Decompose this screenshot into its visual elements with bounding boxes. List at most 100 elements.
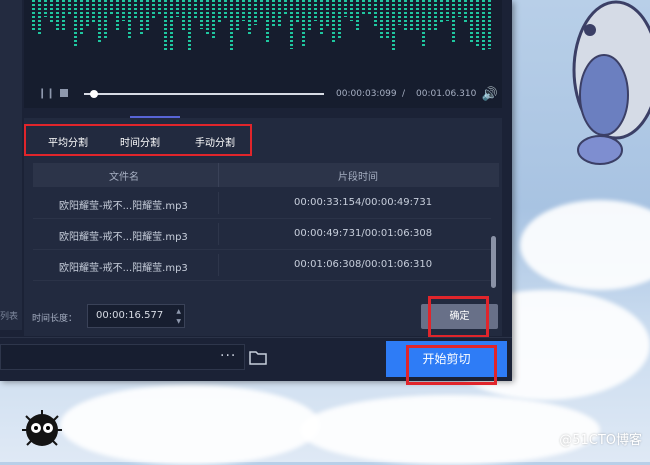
waveform-bar (248, 0, 251, 34)
waveform-bar (446, 0, 449, 22)
progress-handle[interactable] (90, 90, 98, 98)
spin-up-icon[interactable]: ▲ (176, 308, 181, 315)
waveform-bar (104, 0, 107, 39)
waveform-bar (218, 0, 221, 24)
tab-average-split[interactable]: 平均分割 (48, 134, 88, 149)
waveform-bar (206, 0, 209, 34)
waveform-bar (488, 0, 491, 50)
waveform-bar (320, 0, 323, 37)
volume-icon[interactable]: 🔊 (482, 87, 498, 102)
total-time: 00:01.06.310 (416, 89, 477, 99)
waveform-bar (194, 0, 197, 20)
waveform-bar (152, 0, 155, 20)
soot-sprite (22, 410, 62, 446)
waveform-bar (236, 0, 239, 30)
time-separator: / (402, 89, 406, 99)
tab-manual-split[interactable]: 手动分割 (195, 134, 235, 149)
player-controls: ❙❙ 00:00:03:099 / 00:01.06.310 🔊 (24, 82, 502, 108)
duration-label: 时间长度： (32, 314, 78, 324)
waveform-bar (350, 0, 353, 21)
waveform-bar (434, 0, 437, 30)
cloud (60, 385, 320, 465)
row-segment: 00:00:33:154/00:00:49:731 (294, 197, 433, 208)
waveform-bar (332, 0, 335, 43)
duration-input[interactable]: 00:00:16.577 ▲ ▼ (87, 304, 185, 328)
row-divider (218, 223, 219, 245)
row-divider (218, 254, 219, 276)
waveform-bar (416, 0, 419, 30)
waveform-bar (224, 0, 227, 19)
sidebar-partial-label: 列表 (0, 312, 19, 322)
waveform-bar (242, 0, 245, 22)
waveform-bar (266, 0, 269, 43)
progress-track[interactable] (84, 93, 324, 95)
cloud (300, 395, 600, 465)
waveform-bar (74, 0, 77, 48)
waveform-bar (296, 0, 299, 22)
split-mode-tabs: 平均分割 时间分割 手动分割 (24, 124, 252, 156)
tab-time-split[interactable]: 时间分割 (120, 134, 160, 149)
waveform-bar (38, 0, 41, 35)
waveform-bar (44, 0, 47, 17)
waveform-bar (260, 0, 263, 19)
waveform-bar (368, 0, 371, 14)
waveform-bar (392, 0, 395, 51)
waveform-bar (170, 0, 173, 51)
start-cut-highlight (406, 345, 497, 385)
row-filename: 欧阳耀莹-戒不...阳耀莹.mp3 (59, 201, 188, 212)
table-scrollbar[interactable] (491, 236, 496, 288)
waveform-bar (410, 0, 413, 32)
table-header: 文件名 片段时间 (33, 163, 499, 187)
waveform-bar (374, 0, 377, 29)
more-icon[interactable]: ··· (220, 348, 236, 364)
table-row[interactable]: 欧阳耀莹-戒不...阳耀莹.mp3 00:01:06:308/00:01:06:… (33, 250, 491, 281)
left-panel (0, 0, 22, 330)
waveform-bar (50, 0, 53, 22)
watermark: @51CTO博客 (559, 433, 642, 448)
stop-icon[interactable] (60, 89, 68, 97)
waveform-bar (470, 0, 473, 43)
row-segment: 00:00:49:731/00:01:06:308 (294, 228, 433, 239)
waveform-bar (290, 0, 293, 50)
waveform-bar (188, 0, 191, 51)
column-divider (218, 163, 219, 187)
table-row[interactable]: 欧阳耀莹-戒不...阳耀莹.mp3 00:00:49:731/00:01:06:… (33, 219, 491, 250)
waveform-bar (158, 0, 161, 14)
waveform-bar (230, 0, 233, 52)
waveform-bar (476, 0, 479, 47)
cloud (520, 200, 650, 290)
spin-down-icon[interactable]: ▼ (176, 318, 181, 325)
waveform-bar (128, 0, 131, 39)
waveform-bar (164, 0, 167, 50)
audio-cutter-window: 列表 ❙❙ 00:00:03:099 / 00:01.06.310 🔊 平均分割… (0, 0, 512, 385)
waveform-bar (86, 0, 89, 29)
waveform-bar (344, 0, 347, 18)
column-header-segment: 片段时间 (338, 172, 378, 183)
row-filename: 欧阳耀莹-戒不...阳耀莹.mp3 (59, 263, 188, 274)
column-header-filename: 文件名 (109, 172, 139, 183)
folder-icon[interactable] (249, 349, 267, 365)
waveform-bar (146, 0, 149, 32)
waveform-bar (404, 0, 407, 30)
waveform-bar (182, 0, 185, 30)
waveform-bar (386, 0, 389, 38)
row-divider (218, 192, 219, 214)
waveform-bar (422, 0, 425, 46)
waveform-bar (200, 0, 203, 29)
waveform-bar (338, 0, 341, 39)
waveform-bar (56, 0, 59, 30)
pause-icon[interactable]: ❙❙ (38, 88, 55, 99)
waveform-bar (380, 0, 383, 40)
waveform-display[interactable] (24, 0, 502, 82)
waveform-bar (140, 0, 143, 35)
waveform-bar (176, 0, 179, 17)
waveform-bar (398, 0, 401, 25)
waveform-bar (62, 0, 65, 33)
confirm-highlight (428, 296, 489, 338)
waveform-bar (308, 0, 311, 31)
waveform-bar (362, 0, 365, 16)
table-row[interactable]: 欧阳耀莹-戒不...阳耀莹.mp3 00:00:33:154/00:00:49:… (33, 188, 491, 219)
waveform-bar (134, 0, 137, 19)
output-path-input[interactable] (0, 344, 245, 370)
waveform-bar (356, 0, 359, 30)
